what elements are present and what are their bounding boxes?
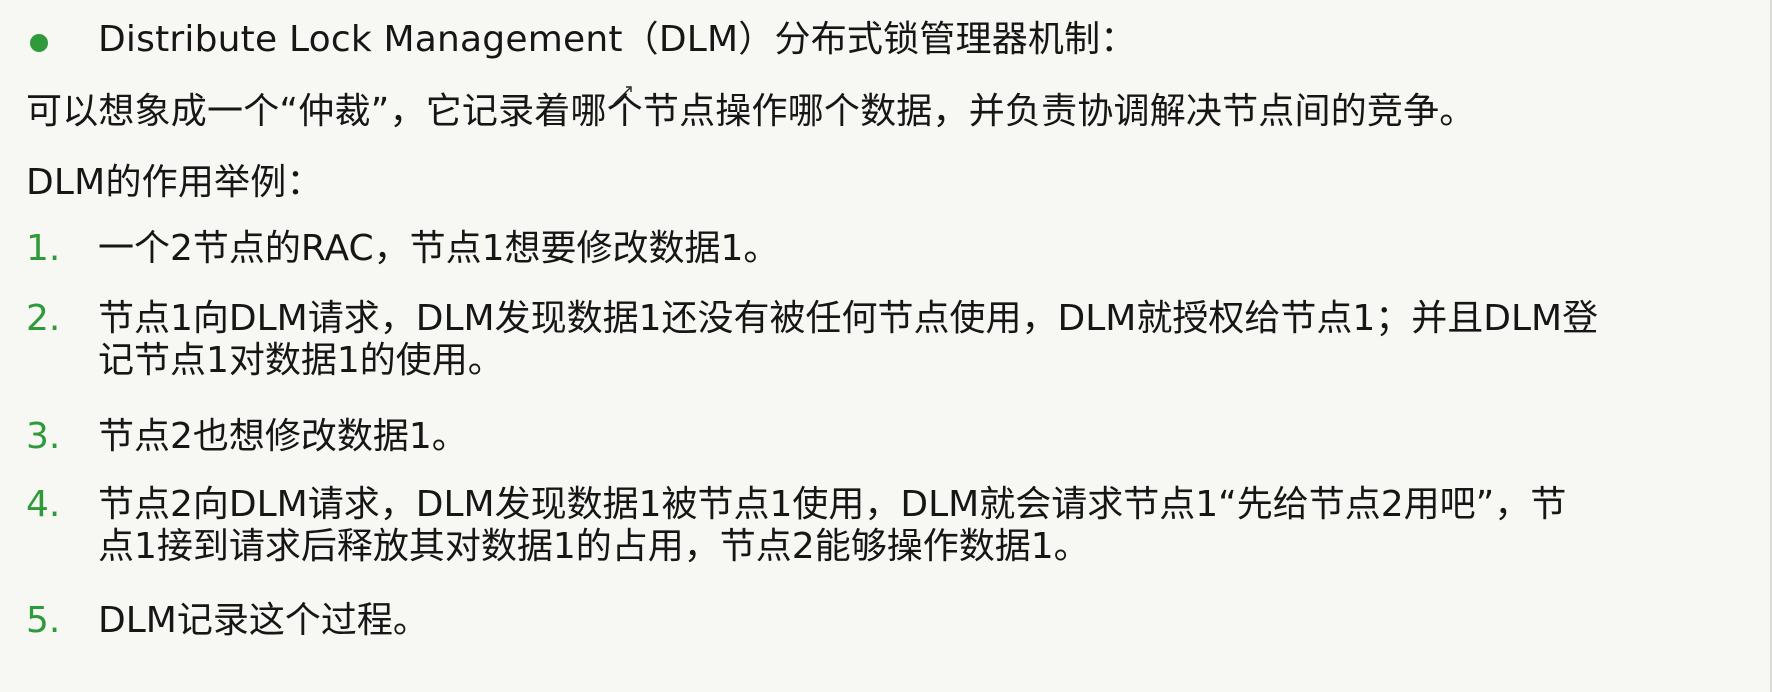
mouse-pointer-icon [613,86,632,105]
intro-description: 可以想象成一个“仲裁”，它记录着哪个节点操作哪个数据，并负责协调解决节点间的竞争… [26,91,1476,132]
slide-canvas: Distribute Lock Management（DLM）分布式锁管理器机制… [0,0,1772,692]
list-item-text: 节点2向DLM请求，DLM发现数据1被节点1使用，DLM就会请求节点1“先给节点… [98,484,1567,567]
list-item-text: 一个2节点的RAC，节点1想要修改数据1。 [98,228,780,269]
list-item-text: DLM记录这个过程。 [98,600,429,641]
list-marker: 5. [26,600,61,641]
list-marker: 4. [26,484,61,525]
list-marker: 1. [26,228,61,269]
list-marker: 3. [26,416,61,457]
examples-heading: DLM的作用举例： [26,162,323,203]
list-item-text: 节点2也想修改数据1。 [98,416,468,457]
list-marker: 2. [26,298,61,339]
list-item-text: 节点1向DLM请求，DLM发现数据1还没有被任何节点使用，DLM就授权给节点1；… [98,298,1599,381]
bullet-dot-icon [30,34,48,52]
heading-text: Distribute Lock Management（DLM）分布式锁管理器机制… [98,19,1137,60]
